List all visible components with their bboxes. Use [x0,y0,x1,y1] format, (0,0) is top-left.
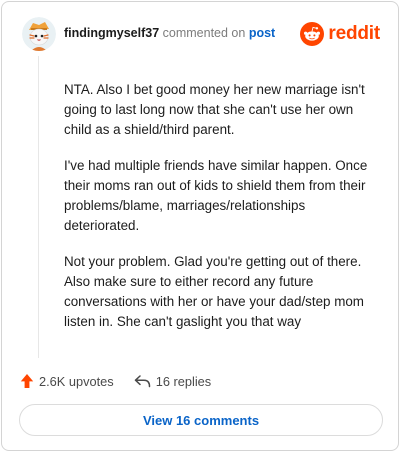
comment-body: NTA. Also I bet good money her new marri… [64,80,382,348]
comment-card: findingmyself37 commented on post reddit… [1,1,399,451]
commented-on-text: commented on [162,26,246,40]
comment-meta: findingmyself37 commented on post [64,26,275,40]
comment-actions: 2.6K upvotes 16 replies [20,371,211,391]
reddit-snoo-icon [300,22,325,46]
post-link[interactable]: post [249,26,275,40]
view-comments-button[interactable]: View 16 comments [19,404,383,436]
upvote-button[interactable]: 2.6K upvotes [20,373,114,389]
user-avatar[interactable] [22,17,56,51]
upvote-count: 2.6K upvotes [39,373,114,389]
comment-header: findingmyself37 commented on post reddit [22,17,382,53]
upvote-arrow-icon [20,374,34,388]
comment-paragraph: NTA. Also I bet good money her new marri… [64,82,365,137]
reddit-wordmark: reddit [328,23,380,44]
comment-paragraph: Not your problem. Glad you're getting ou… [64,254,364,329]
username-link[interactable]: findingmyself37 [64,26,159,40]
reply-arrow-icon [134,375,150,388]
replies-count: 16 replies [155,373,212,389]
comment-paragraph: I've had multiple friends have similar h… [64,158,368,233]
replies-button[interactable]: 16 replies [134,373,212,389]
thread-line [38,56,39,358]
reddit-logo[interactable]: reddit [300,21,380,47]
